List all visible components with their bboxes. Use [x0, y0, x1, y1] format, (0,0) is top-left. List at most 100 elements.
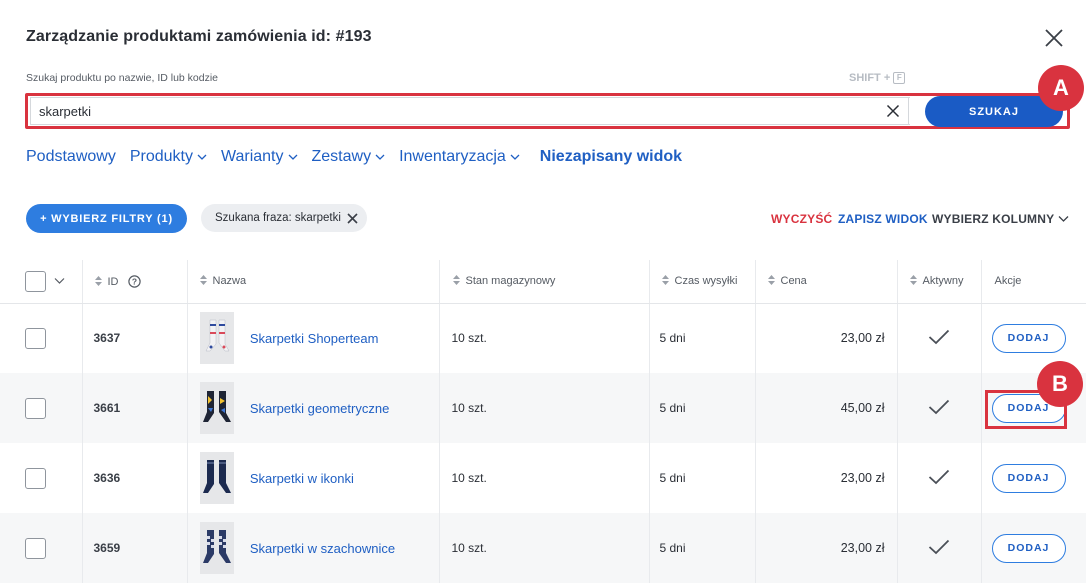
sort-icon — [767, 275, 775, 286]
product-link[interactable]: Skarpetki w szachownice — [250, 541, 395, 556]
column-header-shipping[interactable]: Czas wysyłki — [649, 260, 756, 304]
tab-podstawowy[interactable]: Podstawowy — [26, 148, 116, 166]
product-thumbnail — [199, 382, 234, 434]
product-id: 3636 — [82, 443, 188, 513]
search-input[interactable] — [30, 97, 910, 125]
product-name-cell: Skarpetki geometryczne — [187, 373, 440, 443]
sort-icon — [199, 275, 207, 286]
tab-warianty[interactable]: Warianty — [221, 148, 298, 166]
row-checkbox[interactable] — [25, 537, 46, 559]
table-row: 3637 Skarpetki Shoperteam 10 szt. 5 dni … — [0, 303, 1086, 373]
choose-columns-button[interactable]: WYBIERZ KOLUMNY — [932, 212, 1069, 226]
search-phrase-chip: Szukana fraza: skarpetki — [201, 204, 367, 232]
chevron-down-icon — [375, 154, 385, 160]
tab-label: Warianty — [220, 148, 284, 165]
tab-inwentaryzacja[interactable]: Inwentaryzacja — [399, 148, 520, 166]
add-product-button[interactable]: DODAJ — [991, 323, 1066, 353]
column-label: Cena — [780, 275, 807, 288]
column-label: Akcje — [994, 275, 1022, 288]
chevron-down-icon — [197, 154, 207, 160]
shortcut-prefix: SHIFT + — [849, 72, 891, 84]
active-cell — [897, 513, 982, 583]
product-stock: 10 szt. — [439, 443, 650, 513]
svg-text:?: ? — [131, 276, 136, 286]
select-all-header — [0, 260, 83, 304]
column-label: Aktywny — [922, 275, 964, 288]
product-thumbnail — [199, 522, 234, 574]
search-bar-highlight: SZUKAJ — [25, 93, 1070, 129]
chevron-down-icon — [510, 154, 520, 160]
add-product-button[interactable]: DODAJ — [991, 533, 1066, 563]
tab-label: Zestawy — [311, 148, 372, 165]
chip-label: Szukana fraza: skarpetki — [215, 212, 341, 224]
help-icon[interactable]: ? — [127, 275, 141, 288]
row-checkbox[interactable] — [25, 397, 46, 419]
keyboard-shortcut-hint: SHIFT + F — [849, 72, 906, 84]
product-price: 23,00 zł — [755, 303, 898, 373]
product-stock: 10 szt. — [439, 373, 650, 443]
row-select-cell — [0, 373, 83, 443]
product-thumbnail — [199, 312, 234, 365]
search-divider — [908, 97, 909, 125]
choose-filters-button[interactable]: + WYBIERZ FILTRY (1) — [26, 204, 187, 233]
clear-button[interactable]: WYCZYŚĆ — [771, 212, 832, 226]
tab-label: Niezapisany widok — [539, 148, 683, 165]
active-cell — [897, 443, 982, 513]
column-header-stock[interactable]: Stan magazynowy — [439, 260, 650, 304]
remove-filter-icon[interactable] — [347, 212, 358, 224]
annotation-marker-a: A — [1038, 65, 1084, 111]
chevron-down-icon[interactable] — [54, 277, 65, 285]
column-label: Stan magazynowy — [465, 275, 556, 288]
close-icon[interactable] — [1043, 27, 1065, 49]
product-price: 23,00 zł — [755, 443, 898, 513]
product-link[interactable]: Skarpetki w ikonki — [250, 471, 354, 486]
column-header-name[interactable]: Nazwa — [187, 260, 440, 304]
dialog-title: Zarządzanie produktami zamówienia id: #1… — [26, 28, 372, 45]
product-link[interactable]: Skarpetki Shoperteam — [250, 331, 379, 346]
clear-search-icon[interactable] — [886, 104, 900, 118]
checkmark-icon — [928, 469, 950, 484]
save-view-button[interactable]: ZAPISZ WIDOK — [838, 212, 928, 226]
sort-icon — [452, 275, 460, 286]
add-product-button[interactable]: DODAJ — [991, 463, 1066, 493]
checkmark-icon — [928, 539, 950, 554]
column-label: Nazwa — [212, 275, 247, 288]
tab-zestawy[interactable]: Zestawy — [312, 148, 386, 166]
checkmark-icon — [928, 329, 950, 344]
table-row: 3636 Skarpetki w ikonki 10 szt. 5 dni 23… — [0, 443, 1086, 513]
product-thumbnail — [199, 452, 234, 504]
row-checkbox[interactable] — [25, 327, 46, 349]
tab-niezapisany-widok[interactable]: Niezapisany widok — [540, 148, 682, 166]
column-header-id[interactable]: ID ? — [82, 260, 188, 304]
table-row: 3661 Skarpetki geometryczne 10 szt. 5 dn… — [0, 373, 1086, 443]
column-header-active[interactable]: Aktywny — [897, 260, 982, 304]
product-id: 3637 — [82, 303, 188, 373]
row-checkbox[interactable] — [25, 467, 46, 489]
chevron-down-icon — [288, 154, 297, 160]
column-header-actions: Akcje — [981, 260, 1086, 304]
sort-icon — [909, 275, 917, 286]
product-shipping: 5 dni — [649, 443, 756, 513]
tab-label: Produkty — [129, 148, 193, 165]
annotation-marker-b: B — [1037, 361, 1083, 407]
tab-produkty[interactable]: Produkty — [130, 148, 207, 166]
tab-label: Inwentaryzacja — [399, 148, 506, 165]
product-shipping: 5 dni — [649, 513, 756, 583]
product-price: 45,00 zł — [755, 373, 898, 443]
table-header-row: ID ? Nazwa Stan magazynowy Czas wysyłki … — [0, 260, 1086, 304]
row-select-cell — [0, 303, 83, 373]
product-id: 3661 — [82, 373, 188, 443]
product-name-cell: Skarpetki w szachownice — [187, 513, 440, 583]
actions-cell: DODAJ — [981, 513, 1086, 583]
view-tabs: Podstawowy Produkty Warianty Zestawy Inw… — [26, 148, 696, 166]
column-header-price[interactable]: Cena — [755, 260, 898, 304]
product-shipping: 5 dni — [649, 303, 756, 373]
chevron-down-icon — [1058, 216, 1069, 222]
tab-label: Podstawowy — [26, 148, 116, 165]
product-shipping: 5 dni — [649, 373, 756, 443]
shortcut-key: F — [893, 72, 906, 84]
product-link[interactable]: Skarpetki geometryczne — [250, 401, 389, 416]
product-price: 23,00 zł — [755, 513, 898, 583]
product-stock: 10 szt. — [439, 303, 650, 373]
select-all-checkbox[interactable] — [25, 270, 46, 292]
